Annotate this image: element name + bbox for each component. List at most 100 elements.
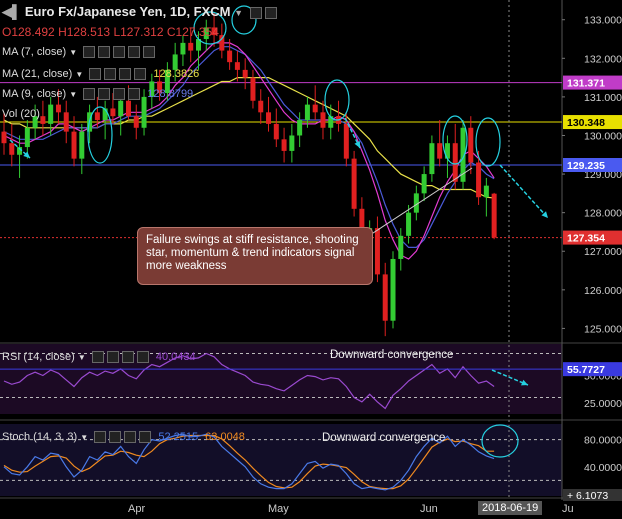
stoch-label: Stoch (14, 3, 3) bbox=[2, 431, 78, 443]
y-tick-label: 126.000 bbox=[584, 285, 622, 297]
candle-body bbox=[452, 143, 458, 182]
highlight-ellipse bbox=[475, 117, 501, 167]
candle-body bbox=[141, 96, 147, 128]
chevron-down-icon[interactable]: ▼ bbox=[234, 8, 243, 18]
chevron-down-icon[interactable]: ▼ bbox=[75, 70, 83, 79]
chart-title: ◀▌ Euro Fx/Japanese Yen, 1D, FXCM ▼ bbox=[2, 4, 277, 20]
chart-stage: 133.000 132.000 131.000 130.000 129.000 128.0… bbox=[0, 0, 622, 519]
rsi-legend[interactable]: RSI (14, close) ▼ 40.0434 bbox=[2, 351, 196, 364]
ma21-legend[interactable]: MA (21, close) ▼ 128.3826 bbox=[2, 68, 199, 81]
candle-body bbox=[133, 116, 139, 128]
rsi-tick-label: 25.0000 bbox=[584, 398, 622, 410]
candle-body bbox=[351, 158, 357, 209]
candle-body bbox=[343, 123, 349, 159]
vol-label: Vol (20) bbox=[2, 108, 40, 120]
candle-body bbox=[289, 135, 295, 151]
candle-body bbox=[180, 42, 186, 55]
candle-body bbox=[374, 228, 380, 275]
candle-body bbox=[55, 104, 61, 113]
candle-body bbox=[94, 112, 100, 121]
ohlc-row: O128.492 H128.513 L127.312 C127.354 bbox=[2, 25, 219, 39]
rsi-tag-label: 55.7727 bbox=[567, 364, 605, 376]
y-tick-label: 130.000 bbox=[584, 130, 622, 142]
ma21-buttons[interactable] bbox=[86, 68, 147, 81]
ma7-legend[interactable]: MA (7, close) ▼ bbox=[2, 46, 156, 59]
candle-body bbox=[258, 100, 264, 113]
candle-body bbox=[382, 274, 388, 321]
rsi-buttons[interactable] bbox=[89, 351, 149, 364]
ohlc-low: L127.312 bbox=[113, 25, 164, 39]
x-label-jul: Ju bbox=[562, 503, 574, 515]
x-label-jun: Jun bbox=[420, 503, 438, 515]
candle-body bbox=[125, 100, 131, 117]
price-tag-label: 127.354 bbox=[567, 233, 605, 245]
stoch-legend[interactable]: Stoch (14, 3, 3) ▼ 52.2515 63.0048 bbox=[2, 431, 245, 444]
symbol-title: Euro Fx/Japanese Yen, 1D, FXCM bbox=[24, 4, 231, 19]
candle-body bbox=[79, 131, 85, 159]
stoch-tick-label: 40.0000 bbox=[584, 462, 622, 474]
candle-body bbox=[304, 104, 310, 121]
candle-body bbox=[491, 193, 497, 238]
candle-body bbox=[483, 185, 489, 198]
candle-body bbox=[312, 104, 318, 113]
price-tag-label: 130.348 bbox=[567, 117, 605, 129]
annotation-box: Failure swings at stiff resistance, shoo… bbox=[137, 227, 373, 285]
chevron-down-icon[interactable]: ▼ bbox=[78, 353, 86, 362]
y-tick-label: 133.000 bbox=[584, 15, 622, 27]
candle-body bbox=[281, 139, 287, 151]
candle-body bbox=[9, 143, 15, 155]
candle-body bbox=[118, 100, 124, 117]
vol-legend[interactable]: Vol (20) bbox=[2, 108, 40, 120]
ohlc-open: O128.492 bbox=[2, 25, 55, 39]
rsi-label: RSI (14, close) bbox=[2, 351, 75, 363]
candle-body bbox=[110, 108, 116, 117]
y-tick-label: 128.000 bbox=[584, 208, 622, 220]
highlight-ellipse bbox=[324, 79, 350, 121]
price-tag-label: 129.235 bbox=[567, 160, 605, 172]
candle-body bbox=[1, 131, 7, 144]
candle-body bbox=[390, 258, 396, 321]
ma7-buttons[interactable] bbox=[80, 46, 156, 59]
down-arrow bbox=[499, 164, 549, 219]
candle-body bbox=[297, 120, 303, 136]
candle-body bbox=[273, 123, 279, 140]
y-tick-label: 131.000 bbox=[584, 92, 622, 104]
candle-body bbox=[63, 112, 69, 132]
collapse-icon[interactable]: ◀▌ bbox=[2, 4, 21, 19]
stoch-buttons[interactable] bbox=[91, 431, 152, 444]
candle-body bbox=[24, 127, 30, 148]
rsi-caption: Downward convergence bbox=[330, 349, 454, 361]
chevron-down-icon[interactable]: ▼ bbox=[69, 90, 77, 99]
title-buttons[interactable] bbox=[247, 4, 277, 19]
chevron-down-icon[interactable]: ▼ bbox=[69, 48, 77, 57]
candle-body bbox=[40, 116, 46, 124]
candle-body bbox=[227, 50, 233, 63]
rsi-value: 40.0434 bbox=[155, 351, 196, 363]
stoch-k-value: 52.2515 bbox=[158, 431, 199, 443]
candle-body bbox=[266, 112, 272, 124]
candle-body bbox=[429, 143, 435, 175]
ma7-label: MA (7, close) bbox=[2, 46, 67, 58]
candle-body bbox=[406, 212, 412, 236]
candle-body bbox=[476, 162, 482, 198]
candle-body bbox=[250, 77, 256, 101]
chevron-down-icon[interactable]: ▼ bbox=[80, 433, 88, 442]
cursor-date: 2018-06-19 bbox=[478, 501, 543, 515]
candle-body bbox=[71, 131, 77, 159]
stoch-tick-label: 80.0000 bbox=[584, 435, 622, 447]
stoch-tag-label: + 6.1073 bbox=[567, 490, 608, 502]
ma9-legend[interactable]: MA (9, close) ▼ 128.8799 bbox=[2, 88, 194, 101]
ohlc-high: H128.513 bbox=[58, 25, 111, 39]
candle-body bbox=[188, 42, 194, 51]
ma9-value: 128.8799 bbox=[147, 88, 194, 100]
ohlc-close: C127.354 bbox=[166, 25, 219, 39]
ma9-buttons[interactable] bbox=[80, 88, 141, 101]
y-tick-label: 125.000 bbox=[584, 323, 622, 335]
ma9-label: MA (9, close) bbox=[2, 88, 67, 100]
ma21-label: MA (21, close) bbox=[2, 68, 73, 80]
x-label-apr: Apr bbox=[128, 503, 146, 515]
highlight-ellipse bbox=[87, 106, 113, 164]
stoch-d-value: 63.0048 bbox=[205, 431, 245, 443]
y-tick-label: 132.000 bbox=[584, 53, 622, 65]
candle-body bbox=[398, 235, 404, 259]
